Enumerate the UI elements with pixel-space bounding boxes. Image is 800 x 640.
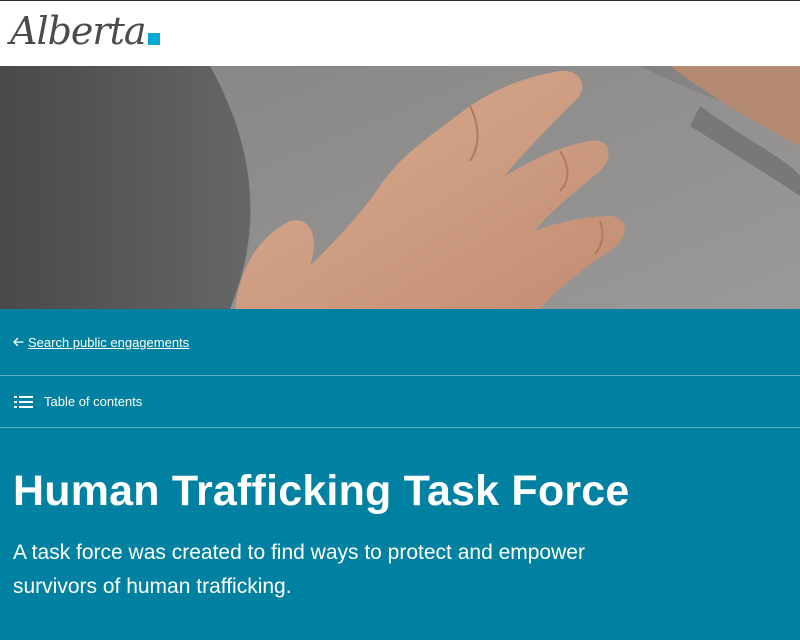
logo-wordmark: Alberta: [10, 9, 146, 53]
toc-label: Table of contents: [44, 394, 143, 409]
table-of-contents-toggle[interactable]: Table of contents: [0, 376, 800, 428]
arrow-left-icon: [13, 337, 24, 347]
page-title: Human Trafficking Task Force: [13, 467, 630, 515]
back-link-label: Search public engagements: [28, 334, 190, 350]
logo-square-icon: [147, 33, 160, 45]
site-header: Alberta: [0, 0, 800, 66]
page-subtitle: A task force was created to find ways to…: [13, 541, 585, 598]
hero-image: [0, 66, 800, 309]
alberta-logo[interactable]: Alberta: [10, 11, 160, 51]
list-icon: [14, 395, 33, 408]
engagement-banner: Search public engagements Table of conte…: [0, 309, 800, 640]
back-nav-row: Search public engagements: [0, 309, 800, 376]
hero-photo: [0, 66, 800, 309]
search-public-engagements-link[interactable]: Search public engagements: [12, 335, 189, 350]
